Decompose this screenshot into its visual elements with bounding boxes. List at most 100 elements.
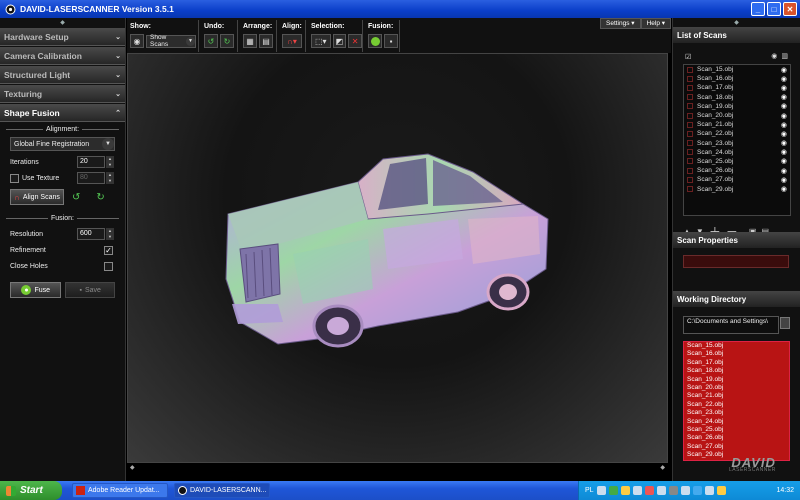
save-button[interactable]: ▪ Save <box>65 282 115 298</box>
refinement-checkbox[interactable]: ✓ <box>104 245 113 255</box>
working-directory-input[interactable]: C:\Documents and Settings\ <box>683 316 779 334</box>
scan-list-item[interactable]: Scan_24.obj ◉ <box>684 148 790 157</box>
scan-checkbox[interactable] <box>687 158 693 165</box>
use-texture-input[interactable]: 80 <box>77 172 105 184</box>
taskbar-item-david[interactable]: DAVID-LASERSCANN... <box>174 483 270 498</box>
directory-file-list[interactable]: Scan_15.obj Scan_16.obj Scan_17.obj Scan_18… <box>683 341 790 461</box>
maximize-button[interactable]: □ <box>767 2 781 16</box>
scan-list-item[interactable]: Scan_16.obj ◉ <box>684 74 790 83</box>
save-icon[interactable]: ▪ <box>384 34 398 48</box>
scan-checkbox[interactable] <box>687 84 693 91</box>
delete-selection-icon[interactable]: ✕ <box>348 34 363 48</box>
scan-checkbox[interactable] <box>687 103 693 110</box>
scan-list-item[interactable]: Scan_20.obj ◉ <box>684 111 790 120</box>
minimize-button[interactable]: _ <box>751 2 765 16</box>
directory-file-item[interactable]: Scan_24.obj <box>684 418 789 426</box>
grip-left-icon[interactable]: ◆ <box>130 464 135 471</box>
eye-icon[interactable]: ◉ <box>781 185 787 193</box>
scan-list-item[interactable]: Scan_15.obj ◉ <box>684 65 790 74</box>
tray-icon[interactable] <box>644 486 654 495</box>
close-button[interactable]: ✕ <box>783 2 797 16</box>
scan-list-item[interactable]: Scan_26.obj ◉ <box>684 166 790 175</box>
directory-file-item[interactable]: Scan_26.obj <box>684 434 789 442</box>
directory-file-item[interactable]: Scan_16.obj <box>684 350 789 358</box>
arrange-grid-icon[interactable]: ▦ <box>243 34 257 48</box>
scan-checkbox[interactable] <box>687 167 693 174</box>
directory-file-item[interactable]: Scan_20.obj <box>684 384 789 392</box>
scan-checkbox[interactable] <box>687 140 693 147</box>
tray-icon[interactable] <box>680 486 690 495</box>
align-scans-button[interactable]: ∩ Align Scans <box>10 189 64 205</box>
grip-right-icon[interactable]: ◆ <box>660 464 665 471</box>
eye-icon[interactable]: ◉ <box>781 112 787 120</box>
select-rect-icon[interactable]: ⬚▾ <box>311 34 331 48</box>
browse-folder-icon[interactable] <box>780 317 790 329</box>
tray-icon[interactable] <box>668 486 678 495</box>
fuse-button[interactable]: ● Fuse <box>10 282 62 298</box>
undo-icon[interactable]: ↺ <box>204 34 218 48</box>
iterations-stepper[interactable]: ▲ ▼ <box>106 156 114 168</box>
scan-checkbox[interactable] <box>687 112 693 119</box>
scan-list[interactable]: Scan_15.obj ◉ Scan_16.obj ◉ Scan_17.obj ◉ Scan… <box>683 64 791 216</box>
scan-checkbox[interactable] <box>687 94 693 101</box>
eye-icon[interactable]: ◉ <box>781 102 787 110</box>
eye-icon[interactable]: ◉ <box>781 130 787 138</box>
eye-icon[interactable]: ◉ <box>781 121 787 129</box>
panel-grip-icon[interactable]: ◆ <box>673 18 800 27</box>
section-camera-calibration[interactable]: Camera Calibration ⌄ <box>0 47 125 65</box>
use-texture-checkbox[interactable] <box>10 173 19 183</box>
check-all-icon[interactable]: ☑ <box>685 53 691 61</box>
eye-icon[interactable]: ◉ <box>781 75 787 83</box>
tray-icon[interactable] <box>620 486 630 495</box>
eye-icon[interactable]: ◉ <box>781 139 787 147</box>
section-shape-fusion[interactable]: Shape Fusion ⌃ <box>0 104 125 122</box>
tray-icon[interactable] <box>632 486 642 495</box>
language-indicator[interactable]: PL <box>585 487 594 494</box>
scan-checkbox[interactable] <box>687 176 693 183</box>
scan-list-item[interactable]: Scan_23.obj ◉ <box>684 139 790 148</box>
section-texturing[interactable]: Texturing ⌄ <box>0 85 125 103</box>
texture-icon[interactable]: ▥ <box>781 52 788 60</box>
scan-properties-field[interactable] <box>683 255 789 268</box>
eye-icon[interactable]: ◉ <box>781 167 787 175</box>
scan-list-item[interactable]: Scan_25.obj ◉ <box>684 157 790 166</box>
scan-checkbox[interactable] <box>687 130 693 137</box>
rotate-right-icon[interactable]: ↻ <box>96 192 104 203</box>
close-holes-checkbox[interactable] <box>104 261 113 271</box>
3d-viewport[interactable] <box>127 53 668 463</box>
taskbar-item-adobe[interactable]: Adobe Reader Updat... <box>72 483 168 498</box>
scan-list-item[interactable]: Scan_18.obj ◉ <box>684 93 790 102</box>
use-texture-stepper[interactable]: ▲ ▼ <box>106 172 114 184</box>
tray-icon[interactable] <box>608 486 618 495</box>
start-button[interactable]: Start <box>0 481 62 500</box>
settings-menu[interactable]: Settings ▾ <box>600 18 641 29</box>
directory-file-item[interactable]: Scan_17.obj <box>684 359 789 367</box>
magnet-icon[interactable]: ∩▾ <box>282 34 302 48</box>
rotate-left-icon[interactable]: ↺ <box>72 192 80 203</box>
fuse-icon[interactable] <box>368 34 382 48</box>
eye-icon[interactable]: ◉ <box>130 34 144 48</box>
alignment-method-select[interactable]: Global Fine Registration ▼ <box>10 137 115 151</box>
resolution-input[interactable]: 600 <box>77 228 105 240</box>
eye-icon[interactable]: ◉ <box>781 93 787 101</box>
tray-icon[interactable] <box>704 486 714 495</box>
section-structured-light[interactable]: Structured Light ⌄ <box>0 66 125 84</box>
eye-icon[interactable]: ◉ <box>781 148 787 156</box>
scan-list-item[interactable]: Scan_22.obj ◉ <box>684 129 790 138</box>
invert-selection-icon[interactable]: ◩ <box>332 34 347 48</box>
eye-icon[interactable]: ◉ <box>781 66 787 74</box>
help-menu[interactable]: Help ▾ <box>640 18 671 29</box>
scan-checkbox[interactable] <box>687 121 693 128</box>
directory-file-item[interactable]: Scan_23.obj <box>684 409 789 417</box>
arrange-list-icon[interactable]: ▤ <box>259 34 273 48</box>
directory-file-item[interactable]: Scan_27.obj <box>684 443 789 451</box>
scan-list-item[interactable]: Scan_21.obj ◉ <box>684 120 790 129</box>
scan-list-item[interactable]: Scan_19.obj ◉ <box>684 102 790 111</box>
scan-checkbox[interactable] <box>687 66 693 73</box>
scan-list-item[interactable]: Scan_17.obj ◉ <box>684 83 790 92</box>
eye-icon[interactable]: ◉ <box>781 84 787 92</box>
eye-all-icon[interactable]: ◉ <box>771 52 777 60</box>
redo-icon[interactable]: ↻ <box>220 34 234 48</box>
scan-checkbox[interactable] <box>687 75 693 82</box>
tray-icon[interactable] <box>596 486 606 495</box>
